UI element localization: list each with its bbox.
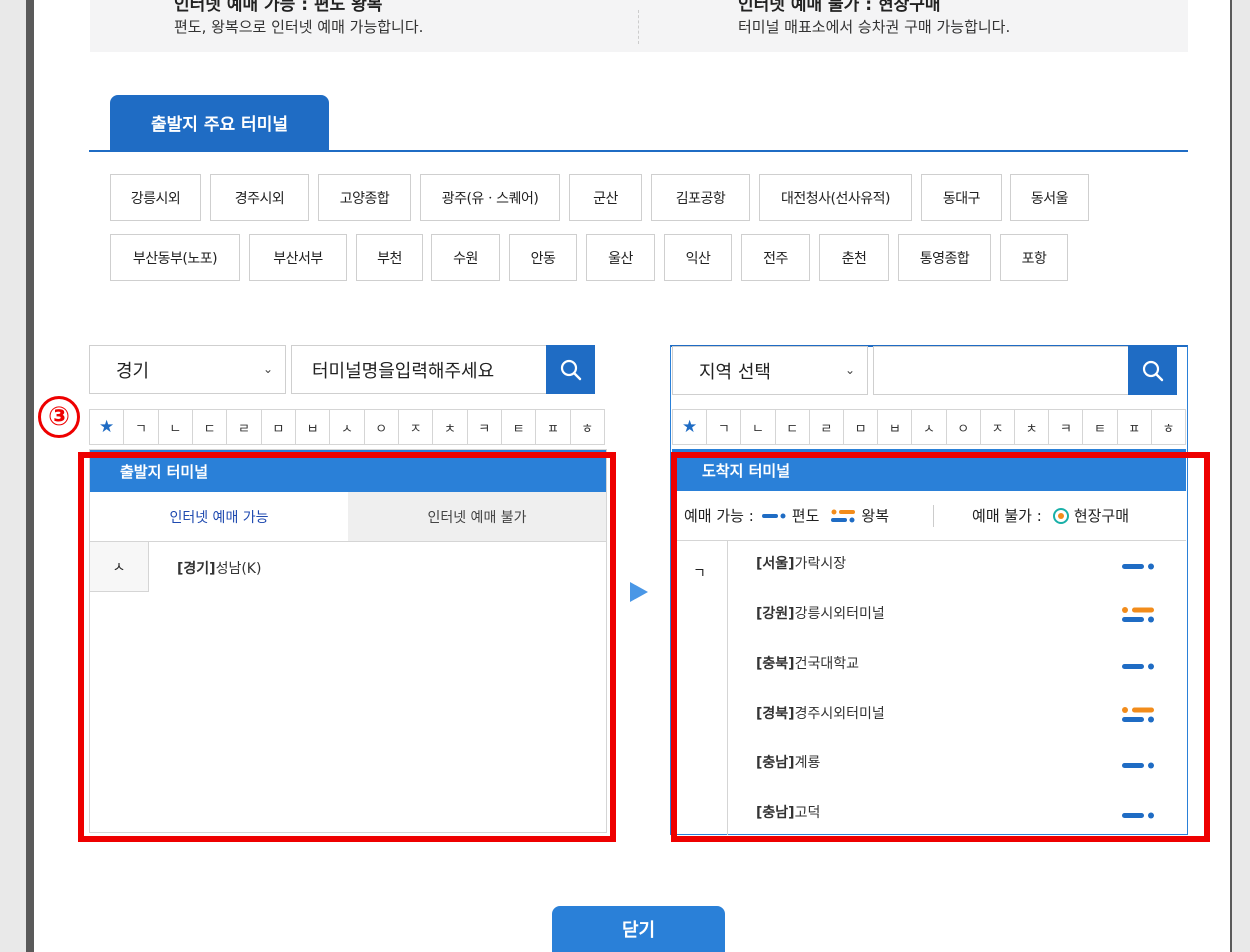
consonant-button[interactable]: ㅌ xyxy=(502,410,537,444)
consonant-button[interactable]: ㄹ xyxy=(227,410,262,444)
consonant-button[interactable]: ㅇ xyxy=(365,410,399,444)
terminal-chip[interactable]: 동대구 xyxy=(921,174,1002,221)
annotation-highlight-arrival xyxy=(671,452,1210,842)
departure-search-button[interactable] xyxy=(546,345,595,394)
consonant-button[interactable]: ㅋ xyxy=(1049,410,1084,444)
consonant-button[interactable]: ㅈ xyxy=(399,410,434,444)
consonant-button[interactable]: ㅋ xyxy=(468,410,502,444)
terminal-chip[interactable]: 광주(유ㆍ스퀘어) xyxy=(420,174,560,221)
consonant-button[interactable]: ㅍ xyxy=(536,410,571,444)
departure-search-input[interactable]: 터미널명을입력해주세요 xyxy=(291,345,547,394)
arrival-region-select[interactable]: 지역 선택 ⌄ xyxy=(672,346,868,395)
consonant-button[interactable]: ㅊ xyxy=(433,410,468,444)
consonant-button[interactable]: ㅊ xyxy=(1015,410,1050,444)
consonant-button[interactable]: ㄴ xyxy=(741,410,776,444)
terminal-chip[interactable]: 춘천 xyxy=(819,234,889,281)
search-icon xyxy=(1142,360,1163,381)
terminal-chip[interactable]: 부산서부 xyxy=(249,234,347,281)
consonant-button[interactable]: ㅎ xyxy=(1152,410,1185,444)
consonant-favorite-star[interactable]: ★ xyxy=(90,410,125,444)
consonant-button[interactable]: ㅎ xyxy=(571,410,604,444)
consonant-button[interactable]: ㅁ xyxy=(844,410,879,444)
info-divider xyxy=(638,10,639,44)
arrival-search-input[interactable] xyxy=(873,346,1129,395)
info-right-desc: 터미널 매표소에서 승차권 구매 가능합니다. xyxy=(738,18,1011,36)
booking-info-strip: 인터넷 예매 가능 : 편도 왕복 편도, 왕복으로 인터넷 예매 가능합니다.… xyxy=(90,0,1188,52)
terminal-chip[interactable]: 수원 xyxy=(431,234,500,281)
chevron-down-icon: ⌄ xyxy=(844,363,855,377)
tab-major-terminals[interactable]: 출발지 주요 터미널 xyxy=(110,95,329,150)
consonant-button[interactable]: ㄹ xyxy=(810,410,845,444)
info-left-title: 인터넷 예매 가능 : 편도 왕복 xyxy=(174,0,383,15)
departure-consonant-filter: ★ ㄱ ㄴ ㄷ ㄹ ㅁ ㅂ ㅅ ㅇ ㅈ ㅊ ㅋ ㅌ ㅍ ㅎ xyxy=(89,409,605,445)
consonant-button[interactable]: ㅂ xyxy=(296,410,331,444)
consonant-button[interactable]: ㄱ xyxy=(707,410,742,444)
terminal-chip[interactable]: 고양종합 xyxy=(318,174,411,221)
arrival-consonant-filter: ★ ㄱ ㄴ ㄷ ㄹ ㅁ ㅂ ㅅ ㅇ ㅈ ㅊ ㅋ ㅌ ㅍ ㅎ xyxy=(672,409,1186,445)
background-right xyxy=(1232,0,1250,952)
terminal-chip[interactable]: 울산 xyxy=(586,234,655,281)
terminal-chip[interactable]: 대전청사(선사유적) xyxy=(759,174,912,221)
terminal-chip[interactable]: 포항 xyxy=(1000,234,1068,281)
terminal-chip[interactable]: 군산 xyxy=(569,174,642,221)
background-left xyxy=(0,0,26,952)
consonant-button[interactable]: ㅅ xyxy=(330,410,365,444)
info-left-desc: 편도, 왕복으로 인터넷 예매 가능합니다. xyxy=(174,18,424,36)
terminal-chip[interactable]: 동서울 xyxy=(1010,174,1089,221)
terminal-chip[interactable]: 부천 xyxy=(356,234,423,281)
consonant-button[interactable]: ㅌ xyxy=(1083,410,1118,444)
departure-region-value: 경기 xyxy=(116,360,150,382)
consonant-button[interactable]: ㅇ xyxy=(947,410,981,444)
terminal-chip[interactable]: 통영종합 xyxy=(898,234,991,281)
terminal-chip[interactable]: 강릉시외 xyxy=(110,174,201,221)
search-icon xyxy=(560,359,581,380)
info-right-title: 인터넷 예매 불가 : 현장구매 xyxy=(738,0,941,15)
consonant-button[interactable]: ㅈ xyxy=(981,410,1016,444)
terminal-chip[interactable]: 익산 xyxy=(664,234,732,281)
terminal-chip[interactable]: 김포공항 xyxy=(651,174,750,221)
consonant-button[interactable]: ㄴ xyxy=(159,410,193,444)
consonant-favorite-star[interactable]: ★ xyxy=(673,410,708,444)
annotation-highlight-departure xyxy=(78,452,616,842)
consonant-button[interactable]: ㄷ xyxy=(193,410,228,444)
terminal-chip[interactable]: 안동 xyxy=(509,234,577,281)
close-button[interactable]: 닫기 xyxy=(552,906,725,952)
consonant-button[interactable]: ㄱ xyxy=(124,410,159,444)
consonant-button[interactable]: ㅅ xyxy=(912,410,947,444)
arrow-right-icon xyxy=(630,582,648,602)
terminal-chip[interactable]: 부산동부(노포) xyxy=(110,234,240,281)
arrival-search-button[interactable] xyxy=(1128,346,1177,395)
consonant-button[interactable]: ㅂ xyxy=(878,410,913,444)
consonant-button[interactable]: ㅍ xyxy=(1118,410,1152,444)
terminal-chip[interactable]: 경주시외 xyxy=(210,174,309,221)
chevron-down-icon: ⌄ xyxy=(262,362,273,376)
tab-underline xyxy=(89,150,1188,152)
departure-region-select[interactable]: 경기 ⌄ xyxy=(89,345,286,394)
arrival-region-value: 지역 선택 xyxy=(699,361,771,383)
terminal-chip[interactable]: 전주 xyxy=(741,234,810,281)
consonant-button[interactable]: ㄷ xyxy=(776,410,810,444)
consonant-button[interactable]: ㅁ xyxy=(262,410,296,444)
annotation-step-marker: ③ xyxy=(38,396,80,438)
